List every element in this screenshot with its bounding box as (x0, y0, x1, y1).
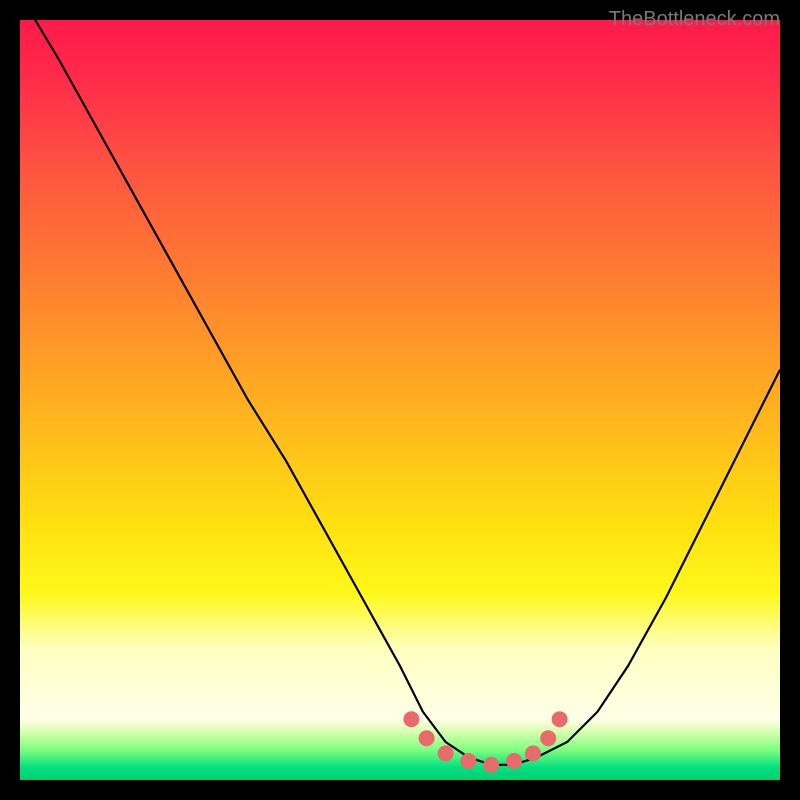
marker-dot (438, 745, 454, 761)
bottleneck-curve (20, 20, 780, 765)
chart-plot-area (20, 20, 780, 780)
highlight-markers (403, 711, 567, 773)
marker-dot (552, 711, 568, 727)
marker-dot (460, 753, 476, 769)
marker-dot (540, 730, 556, 746)
marker-dot (403, 711, 419, 727)
marker-dot (419, 730, 435, 746)
watermark-text: TheBottleneck.com (609, 8, 780, 31)
marker-dot (483, 757, 499, 773)
marker-dot (506, 753, 522, 769)
marker-dot (525, 745, 541, 761)
chart-svg (20, 20, 780, 780)
